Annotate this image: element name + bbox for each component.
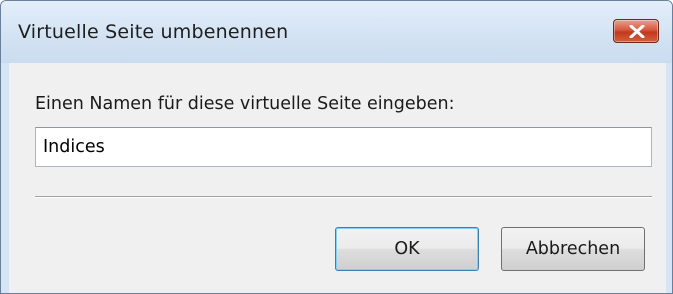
dialog-title: Virtuelle Seite umbenennen [18, 21, 289, 43]
name-prompt-label: Einen Namen für diese virtuelle Seite ei… [35, 94, 455, 114]
close-button[interactable] [613, 19, 659, 43]
ok-button[interactable]: OK [335, 227, 479, 271]
cancel-button[interactable]: Abbrechen [501, 227, 645, 271]
close-icon [629, 25, 645, 38]
title-bar[interactable]: Virtuelle Seite umbenennen [1, 1, 672, 63]
rename-dialog-window: Virtuelle Seite umbenennen Einen Namen f… [0, 0, 673, 294]
dialog-content: Einen Namen für diese virtuelle Seite ei… [9, 63, 666, 293]
page-name-input[interactable] [35, 127, 652, 167]
divider [35, 196, 652, 198]
